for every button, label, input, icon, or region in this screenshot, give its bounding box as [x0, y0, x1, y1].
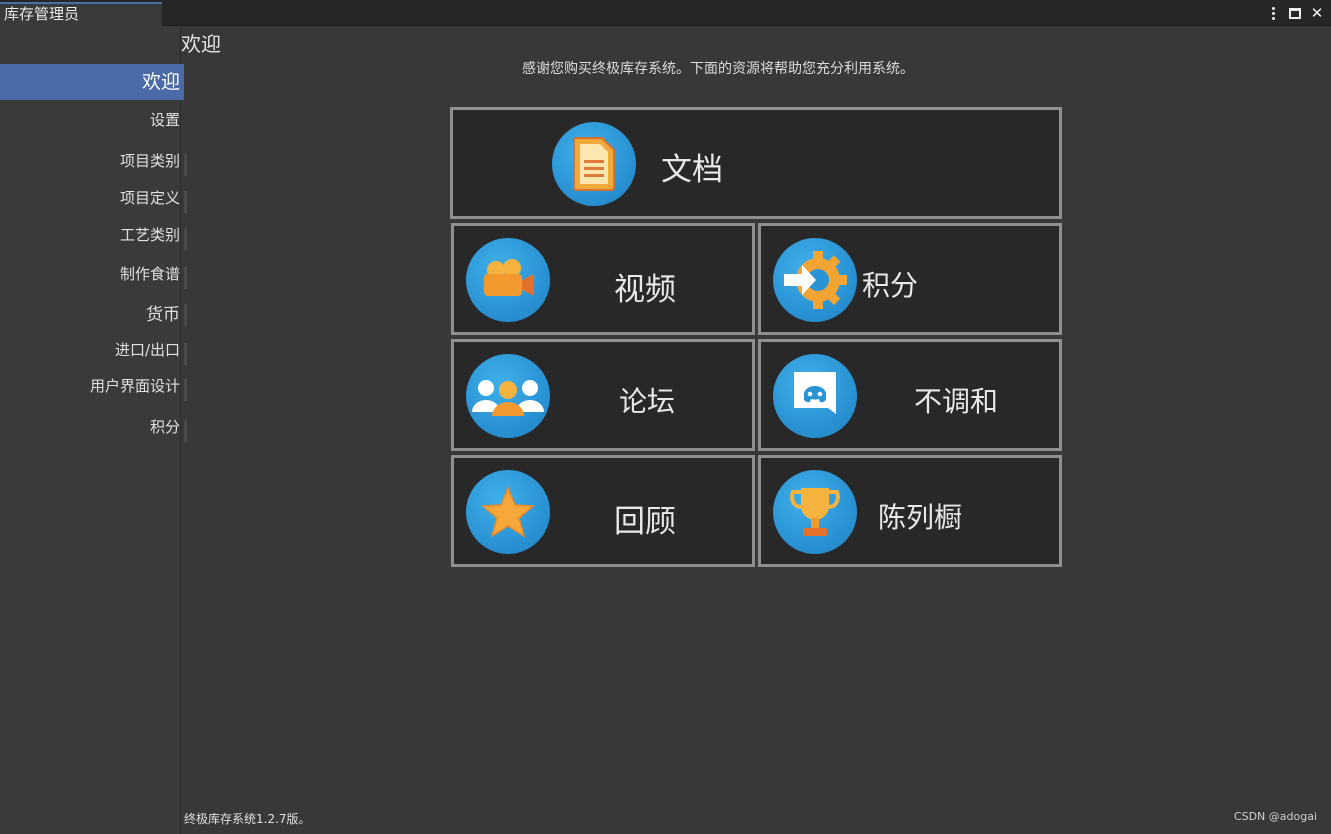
kebab-icon[interactable]	[1265, 3, 1281, 23]
tile-label: 论坛	[619, 385, 676, 418]
sidebar-item-label: 工艺类别	[119, 226, 180, 244]
tile-documentation[interactable]: 文档	[450, 107, 1062, 219]
sidebar-item-settings[interactable]: 设置	[0, 109, 184, 130]
title-bar: 库存管理员 ✕	[0, 0, 1331, 26]
intro-text: 感谢您购买终极库存系统。下面的资源将帮助您充分利用系统。	[522, 61, 914, 77]
tile-label: 回顾	[614, 504, 676, 540]
tile-reviews[interactable]: 回顾	[451, 455, 755, 567]
sidebar-item-label: 积分	[149, 418, 180, 436]
sidebar-item-credits[interactable]: 积分	[0, 416, 187, 442]
sidebar-item-craft-categories[interactable]: 工艺类别	[0, 224, 187, 250]
window-title: 库存管理员	[4, 5, 80, 23]
maximize-icon[interactable]	[1287, 3, 1303, 23]
sidebar: 欢迎 设置 项目类别 项目定义 工艺类别 制作食谱 货币 进口/出口 用户界面设…	[0, 26, 187, 834]
window-controls: ✕	[1265, 3, 1325, 23]
tile-showcase[interactable]: 陈列橱	[758, 455, 1062, 567]
version-text: 终极库存系统1.2.7版。	[184, 812, 311, 826]
tile-label: 积分	[862, 269, 919, 302]
sidebar-item-label: 项目类别	[119, 152, 180, 170]
page-title: 欢迎	[181, 32, 221, 56]
video-camera-icon	[466, 238, 550, 322]
sidebar-item-label: 制作食谱	[119, 265, 180, 283]
trophy-icon	[773, 470, 857, 554]
document-icon	[552, 122, 636, 206]
sidebar-item-label: 货币	[146, 305, 180, 325]
sidebar-item-label: 用户界面设计	[89, 377, 180, 395]
tile-label: 文档	[661, 152, 723, 188]
tile-credits[interactable]: 积分	[758, 223, 1062, 335]
tile-label: 陈列橱	[878, 501, 963, 534]
sidebar-item-item-categories[interactable]: 项目类别	[0, 150, 187, 176]
sidebar-item-item-definitions[interactable]: 项目定义	[0, 187, 187, 213]
tile-videos[interactable]: 视频	[451, 223, 755, 335]
sidebar-item-currency[interactable]: 货币	[0, 300, 187, 326]
tile-label: 不调和	[914, 385, 999, 418]
discord-icon	[773, 354, 857, 438]
star-icon	[466, 470, 550, 554]
sidebar-item-label: 项目定义	[119, 189, 180, 207]
sidebar-item-recipes[interactable]: 制作食谱	[0, 263, 187, 289]
sidebar-item-label: 设置	[149, 111, 180, 129]
tile-discord[interactable]: 不调和	[758, 339, 1062, 451]
sidebar-item-label: 进口/出口	[114, 341, 180, 359]
gear-arrow-icon	[773, 238, 857, 322]
sidebar-item-label: 欢迎	[141, 71, 180, 93]
sidebar-item-ui-design[interactable]: 用户界面设计	[0, 375, 187, 401]
tile-label: 视频	[614, 272, 676, 308]
sidebar-item-import-export[interactable]: 进口/出口	[0, 339, 187, 365]
users-icon	[466, 354, 550, 438]
watermark: CSDN @adogai	[1233, 810, 1317, 823]
sidebar-item-welcome[interactable]: 欢迎	[0, 64, 184, 100]
window-tab[interactable]: 库存管理员	[0, 2, 162, 26]
close-icon[interactable]: ✕	[1309, 3, 1325, 23]
tile-forum[interactable]: 论坛	[451, 339, 755, 451]
